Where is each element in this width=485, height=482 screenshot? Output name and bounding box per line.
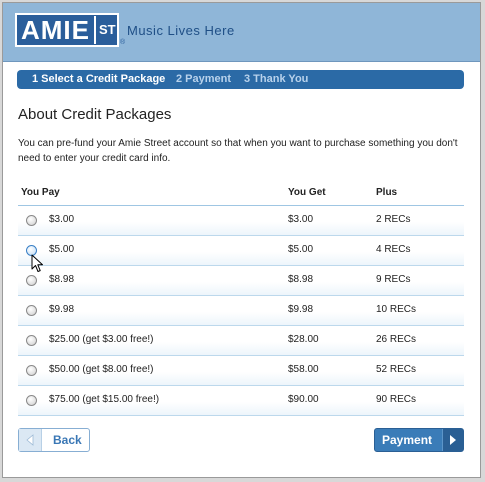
- checkout-steps-bar: 1 Select a Credit Package 2 Payment 3 Th…: [17, 70, 464, 89]
- you-get-cell: $3.00: [288, 214, 314, 225]
- you-get-cell: $90.00: [288, 394, 319, 405]
- back-button-label: Back: [53, 433, 82, 447]
- plus-cell: 26 RECs: [376, 334, 417, 345]
- step-select-package: 1 Select a Credit Package: [32, 73, 166, 85]
- you-pay-cell: $5.00: [49, 244, 75, 255]
- table-row[interactable]: $75.00 (get $15.00 free!) $90.00 90 RECs: [18, 386, 464, 416]
- you-get-cell: $28.00: [288, 334, 319, 345]
- tagline: Music Lives Here: [127, 23, 235, 38]
- you-pay-cell: $9.98: [49, 304, 75, 315]
- payment-button-label: Payment: [382, 433, 433, 447]
- back-button[interactable]: Back: [18, 428, 90, 452]
- package-radio[interactable]: [26, 335, 37, 346]
- plus-cell: 10 RECs: [376, 304, 417, 315]
- table-row[interactable]: $5.00 $5.00 4 RECs: [18, 236, 464, 266]
- plus-cell: 90 RECs: [376, 394, 417, 405]
- logo-suffix: ST: [99, 22, 116, 37]
- you-get-cell: $5.00: [288, 244, 314, 255]
- table-row[interactable]: $9.98 $9.98 10 RECs: [18, 296, 464, 326]
- you-get-cell: $58.00: [288, 364, 319, 375]
- mouse-pointer-icon: [31, 254, 43, 272]
- package-radio[interactable]: [26, 215, 37, 226]
- you-pay-cell: $8.98: [49, 274, 75, 285]
- header-plus: Plus: [376, 187, 398, 198]
- amie-street-logo[interactable]: AMIE ST: [15, 13, 119, 47]
- step-payment: 2 Payment: [176, 73, 232, 85]
- you-pay-cell: $3.00: [49, 214, 75, 225]
- header-you-pay: You Pay: [21, 187, 60, 198]
- credit-packages-table: You Pay You Get Plus $3.00 $3.00 2 RECs …: [18, 183, 464, 416]
- table-row[interactable]: $3.00 $3.00 2 RECs: [18, 206, 464, 236]
- page-title: About Credit Packages: [18, 106, 172, 123]
- registered-mark-icon: ®: [120, 39, 126, 46]
- logo-divider: [94, 16, 96, 44]
- table-row[interactable]: $50.00 (get $8.00 free!) $58.00 52 RECs: [18, 356, 464, 386]
- table-row[interactable]: $8.98 $8.98 9 RECs: [18, 266, 464, 296]
- you-pay-cell: $25.00 (get $3.00 free!): [49, 334, 154, 345]
- table-header: You Pay You Get Plus: [18, 183, 464, 206]
- plus-cell: 2 RECs: [376, 214, 411, 225]
- plus-cell: 9 RECs: [376, 274, 411, 285]
- step-thank-you: 3 Thank You: [244, 73, 309, 85]
- package-radio[interactable]: [26, 305, 37, 316]
- back-arrow-icon: [19, 429, 42, 451]
- package-radio[interactable]: [26, 275, 37, 286]
- header: AMIE ST ® Music Lives Here: [3, 3, 480, 62]
- forward-arrow-icon: [442, 429, 463, 451]
- package-radio[interactable]: [26, 395, 37, 406]
- plus-cell: 52 RECs: [376, 364, 417, 375]
- you-pay-cell: $75.00 (get $15.00 free!): [49, 394, 160, 405]
- you-pay-cell: $50.00 (get $8.00 free!): [49, 364, 154, 375]
- payment-button[interactable]: Payment: [374, 428, 464, 452]
- header-you-get: You Get: [288, 187, 326, 198]
- you-get-cell: $9.98: [288, 304, 314, 315]
- you-get-cell: $8.98: [288, 274, 314, 285]
- intro-text: You can pre-fund your Amie Street accoun…: [18, 138, 458, 164]
- package-radio[interactable]: [26, 365, 37, 376]
- logo-text: AMIE: [21, 15, 90, 45]
- table-row[interactable]: $25.00 (get $3.00 free!) $28.00 26 RECs: [18, 326, 464, 356]
- plus-cell: 4 RECs: [376, 244, 411, 255]
- page-frame: AMIE ST ® Music Lives Here 1 Select a Cr…: [2, 2, 481, 478]
